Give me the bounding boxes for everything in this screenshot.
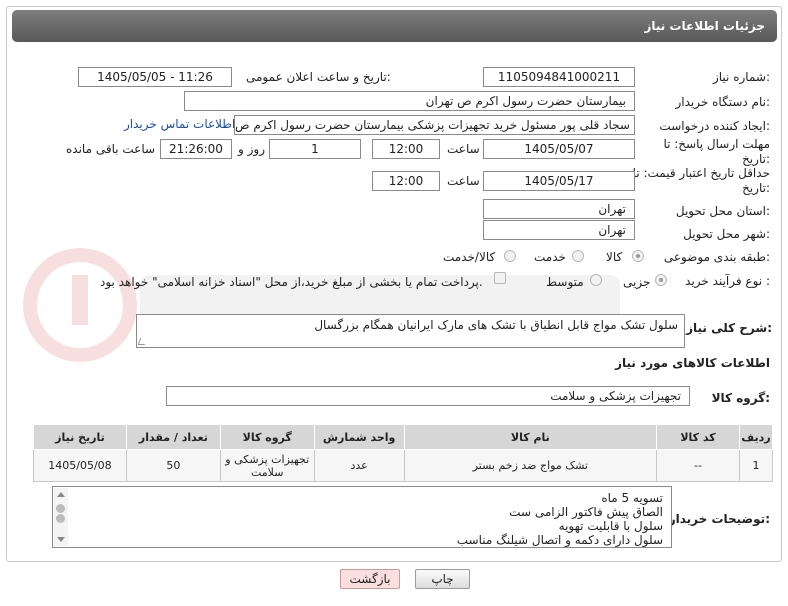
price-date-field: 1405/05/17 [483, 171, 635, 191]
category-label: طبقه بندی موضوعی: [663, 250, 770, 264]
process-radio-minor[interactable] [655, 274, 667, 286]
cell-code: -- [656, 449, 740, 482]
category-radio-goods-service[interactable] [504, 250, 516, 262]
buyer-org-field: بیمارستان حضرت رسول اکرم ص تهران [184, 91, 635, 111]
price-time-field: 12:00 [372, 171, 440, 191]
process-option-minor: جزیی [623, 275, 651, 289]
panel-title: جزئیات اطلاعات نیاز [12, 10, 777, 42]
goods-section-title: اطلاعات کالاهای مورد نیاز [615, 356, 770, 370]
col-name: نام کالا [403, 424, 658, 450]
cell-unit: عدد [313, 449, 405, 482]
scroll-thumb[interactable] [56, 504, 65, 513]
reply-time-field: 12:00 [372, 139, 440, 159]
goods-group-label: گروه کالا: [711, 391, 770, 405]
col-group: گروه کالا [219, 424, 315, 450]
col-quantity: تعداد / مقدار [125, 424, 221, 450]
cell-name: تشک مواج ضد زخم بستر [403, 449, 658, 482]
note-line: سلول دارای دکمه و اتصال شیلنگ مناسب [456, 533, 663, 547]
payment-checkbox[interactable] [494, 272, 506, 284]
col-need-date: تاریخ نیاز [33, 424, 127, 450]
reply-deadline-label: مهلت ارسال پاسخ: تا تاریخ: [663, 137, 770, 166]
city-field: تهران [483, 220, 635, 240]
col-code: کد کالا [656, 424, 740, 450]
creator-field: سجاد قلی پور مسئول خرید تجهیزات پزشکی بی… [234, 115, 635, 135]
province-label: استان محل تحویل: [675, 204, 770, 218]
scroll-thumb-secondary[interactable] [56, 514, 65, 523]
cell-need-date: 1405/05/08 [33, 449, 127, 482]
announce-label: تاریخ و ساعت اعلان عمومی: [246, 70, 391, 84]
buyer-notes-lines: تسویه 5 ماه الصاق پیش فاکتور الزامی ست س… [457, 491, 663, 547]
cell-group: تجهیزات پزشکی و سلامت [219, 449, 315, 482]
category-option-service: خدمت [534, 250, 566, 264]
reply-date-field: 1405/05/07 [483, 139, 635, 159]
buyer-contact-link[interactable]: اطلاعات تماس خریدار [124, 117, 235, 131]
city-label: شهر محل تحویل: [683, 227, 770, 241]
scroll-down-icon[interactable] [57, 537, 65, 542]
process-label: نوع فرآیند خرید : [685, 274, 770, 288]
process-option-medium: متوسط [546, 275, 584, 289]
category-radio-goods[interactable] [632, 250, 644, 262]
need-number-label: شماره نیاز: [712, 70, 770, 84]
remaining-days-field: 1 [269, 139, 361, 159]
announce-datetime-field: 1405/05/05 - 11:26 [78, 67, 232, 87]
goods-group-field: تجهیزات پزشکی و سلامت [166, 386, 690, 406]
col-row: ردیف [738, 424, 774, 450]
back-button[interactable]: بازگشت [340, 569, 400, 589]
buyer-notes-textarea[interactable]: تسویه 5 ماه الصاق پیش فاکتور الزامی ست س… [52, 486, 672, 548]
day-and-label: روز و [238, 142, 265, 156]
print-button[interactable]: چاپ [415, 569, 470, 589]
price-deadline-label: حداقل تاریخ اعتبار قیمت: تا تاریخ: [632, 166, 770, 195]
col-unit: واحد شمارش [313, 424, 405, 450]
cell-row: 1 [738, 449, 774, 482]
creator-label: ایجاد کننده درخواست: [659, 119, 770, 133]
need-number-field: 1105094841000211 [483, 67, 635, 87]
goods-table-header: تاریخ نیاز تعداد / مقدار گروه کالا واحد … [33, 424, 774, 450]
province-field: تهران [483, 199, 635, 219]
note-line: الصاق پیش فاکتور الزامی ست [509, 505, 663, 519]
remaining-label: ساعت باقی مانده [66, 142, 156, 156]
note-line: سلول با قابلیت تهویه [558, 519, 663, 533]
price-time-label: ساعت [447, 174, 480, 188]
category-radio-service[interactable] [572, 250, 584, 262]
buyer-notes-label: توضیحات خریدار: [668, 512, 770, 526]
category-option-goods-service: کالا/خدمت [443, 250, 496, 264]
remaining-time-field: 21:26:00 [160, 139, 232, 159]
cell-quantity: 50 [125, 449, 221, 482]
notes-scrollbar[interactable] [54, 488, 68, 546]
scroll-up-icon[interactable] [57, 492, 65, 497]
process-radio-medium[interactable] [590, 274, 602, 286]
reply-time-label: ساعت [447, 142, 480, 156]
category-option-goods: کالا [606, 250, 623, 264]
resize-handle-icon[interactable] [137, 338, 148, 345]
table-row: 1405/05/08 50 تجهیزات پزشکی و سلامت عدد … [33, 449, 774, 482]
payment-note: پرداخت تمام یا بخشی از مبلغ خرید،از محل … [100, 275, 483, 289]
note-line: تسویه 5 ماه [601, 491, 663, 505]
description-text: سلول تشک مواج قابل انطباق با تشک های مار… [314, 318, 678, 332]
description-label: شرح کلی نیاز: [686, 321, 772, 335]
goods-table: تاریخ نیاز تعداد / مقدار گروه کالا واحد … [33, 424, 774, 482]
buyer-org-label: نام دستگاه خریدار: [675, 95, 771, 109]
description-textarea[interactable]: سلول تشک مواج قابل انطباق با تشک های مار… [136, 314, 685, 348]
